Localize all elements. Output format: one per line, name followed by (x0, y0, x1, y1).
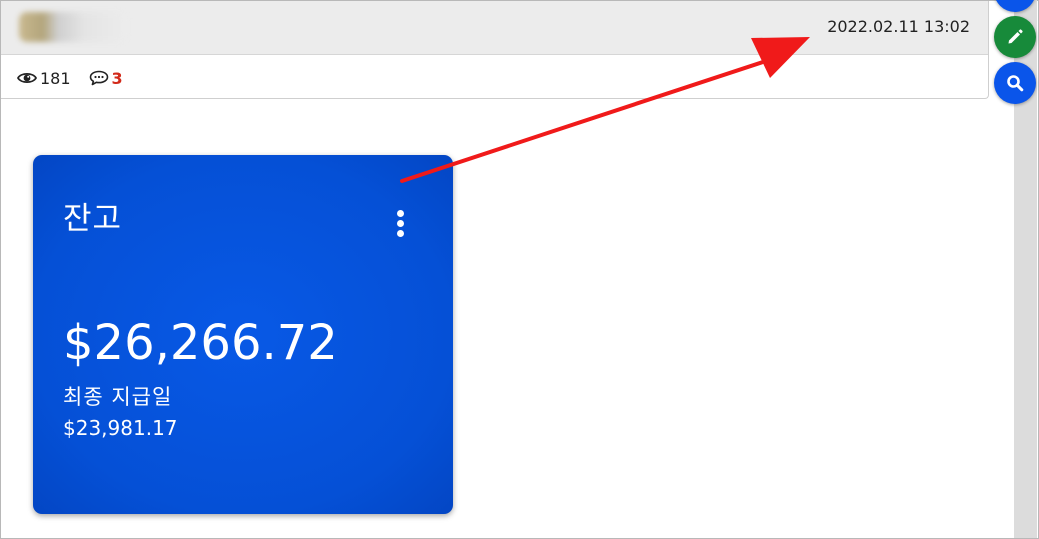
search-icon (1007, 75, 1024, 92)
post-header: 2022.02.11 13:02 181 3 (1, 1, 989, 99)
card-title: 잔고 (63, 201, 123, 237)
comments-count: 3 (111, 68, 123, 88)
post-date: 2022.02.11 13:02 (827, 17, 970, 36)
search-button[interactable] (994, 62, 1036, 104)
speech-bubble-icon (89, 70, 108, 86)
author-name-blurred (19, 12, 127, 42)
more-vertical-icon (396, 209, 404, 217)
last-payment-label: 최종 지급일 (63, 385, 173, 409)
more-options-button[interactable] (390, 203, 410, 243)
balance-amount: $26,266.72 (63, 315, 338, 371)
edit-button[interactable] (994, 16, 1036, 58)
post-header-top: 2022.02.11 13:02 (1, 1, 988, 55)
pencil-icon (1008, 29, 1023, 44)
comments-counter[interactable]: 3 (89, 69, 123, 88)
views-counter: 181 (17, 69, 71, 88)
balance-card: 잔고 $26,266.72 최종 지급일 $23,981.17 (33, 155, 453, 514)
last-payment-amount: $23,981.17 (63, 416, 178, 440)
post-meta: 181 3 (17, 67, 141, 89)
views-count: 181 (40, 68, 71, 88)
eye-icon (17, 72, 37, 84)
